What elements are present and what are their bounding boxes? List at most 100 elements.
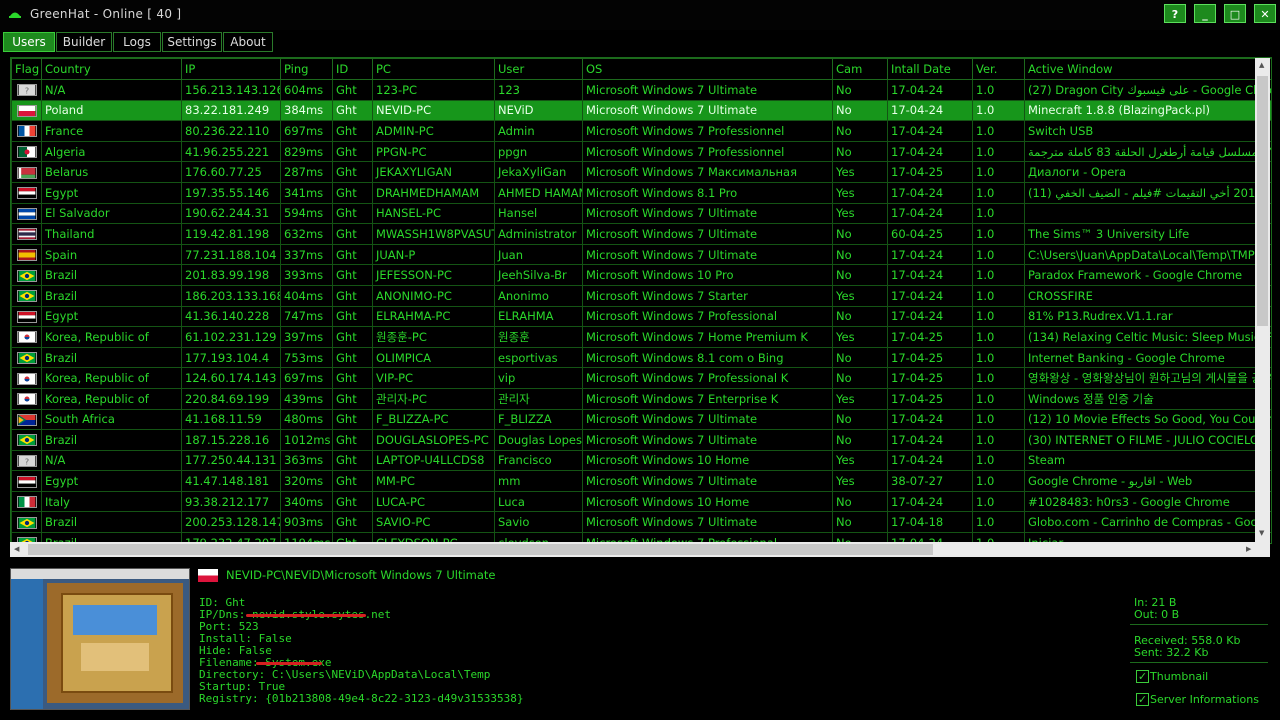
column-header[interactable]: ID [332,58,373,80]
close-button[interactable]: ✕ [1254,4,1276,23]
ip-cell: 119.42.81.198 [181,223,281,245]
install-date-cell: 60-04-25 [887,223,973,245]
table-row[interactable]: Belarus 176.60.77.25 287ms Ght JEKAXYLIGAN Je… [11,161,1271,183]
tab-users[interactable]: Users [3,32,55,52]
install-date-cell: 17-04-18 [887,511,973,534]
os-cell: Microsoft Windows 7 Home Premium K [582,326,833,348]
pl-flag-icon [16,104,37,117]
id-cell: Ght [332,284,373,307]
server-info-checkbox[interactable]: ✓ [1136,693,1149,706]
thumbnail-checkbox[interactable]: ✓ [1136,670,1149,683]
by-flag-icon [16,166,37,179]
column-header[interactable]: OS [582,58,833,80]
ping-cell: 747ms [280,305,333,328]
table-row[interactable]: ? N/A 177.250.44.131 363ms Ght LAPTOP-U4LLCDS… [11,449,1271,472]
pc-cell: LUCA-PC [372,490,495,513]
column-header[interactable]: Cam [832,58,888,80]
id-cell: Ght [332,243,373,266]
column-header[interactable]: Flag [11,58,42,80]
table-row[interactable]: Brazil 187.15.228.16 1012ms Ght DOUGLASLOPES… [11,429,1271,451]
install-date-cell: 17-04-24 [887,243,973,266]
column-header[interactable]: User [494,58,583,80]
column-header[interactable]: IP [181,58,281,80]
column-header[interactable]: Intall Date [887,58,973,80]
tab-builder[interactable]: Builder [56,32,112,52]
os-cell: Microsoft Windows 7 Ultimate [582,223,833,245]
horizontal-scrollbar[interactable]: ◀ ▶ [10,542,1270,557]
column-header[interactable]: Ping [280,58,333,80]
table-row[interactable]: Egypt 41.36.140.228 747ms Ght ELRAHMA-PC ELRA… [11,305,1271,328]
country-cell: Egypt [41,470,182,492]
user-cell: JeehSilva-Br [494,264,583,286]
table-row[interactable]: Thailand 119.42.81.198 632ms Ght MWASSH1W8PV… [11,223,1271,245]
version-cell: 1.0 [972,449,1025,472]
table-row[interactable]: Korea, Republic of 61.102.231.129 397ms Ght… [11,326,1271,348]
table-row[interactable]: Poland 83.22.181.249 384ms Ght NEVID-PC NEViD… [11,99,1271,122]
flag-cell [11,429,42,451]
id-cell: Ght [332,490,373,513]
active-window-cell: (12) 10 Movie Effects So Good, You Could… [1024,408,1271,431]
table-row[interactable]: ? N/A 156.213.143.126 604ms Ght 123-PC 123 Micr… [11,79,1271,101]
os-cell: Microsoft Windows 7 Professionnel [582,140,833,163]
column-header[interactable]: Active Window [1024,58,1271,80]
table-row[interactable]: Egypt 197.35.55.146 341ms Ght DRAHMEDHAMAM AH… [11,181,1271,204]
vertical-scroll-thumb[interactable] [1257,76,1268,326]
table-row[interactable]: South Africa 41.168.11.59 480ms Ght F_BLIZZA… [11,408,1271,431]
vertical-scrollbar[interactable]: ▲ ▼ [1255,58,1270,542]
help-button[interactable]: ? [1164,4,1186,23]
table-row[interactable]: Spain 77.231.188.104 337ms Ght JUAN-P Juan Mic… [11,243,1271,266]
version-cell: 1.0 [972,367,1025,389]
table-row[interactable]: El Salvador 190.62.244.31 594ms Ght HANSEL-P… [11,202,1271,225]
id-cell: Ght [332,367,373,389]
os-cell: Microsoft Windows 7 Enterprise K [582,387,833,410]
flag-cell [11,120,42,142]
country-cell: France [41,120,182,142]
table-row[interactable]: Korea, Republic of 220.84.69.199 439ms Ght 관… [11,387,1271,410]
table-row[interactable]: Korea, Republic of 124.60.174.143 697ms Ght… [11,367,1271,389]
table-row[interactable]: Italy 93.38.212.177 340ms Ght LUCA-PC Luca Mic… [11,490,1271,513]
ip-cell: 190.62.244.31 [181,202,281,225]
horizontal-scroll-thumb[interactable] [28,544,933,555]
pc-cell: MM-PC [372,470,495,492]
tab-logs[interactable]: Logs [113,32,161,52]
column-header[interactable]: Ver. [972,58,1025,80]
ping-cell: 337ms [280,243,333,266]
tab-settings[interactable]: Settings [162,32,222,52]
tab-about[interactable]: About [223,32,273,52]
country-cell: Brazil [41,511,182,534]
kr-flag-icon [16,372,37,385]
os-cell: Microsoft Windows 7 Максимальная [582,161,833,183]
unknown-flag-icon: ? [16,454,37,467]
minimize-button[interactable]: _ [1194,4,1216,23]
column-header[interactable]: PC [372,58,495,80]
os-cell: Microsoft Windows 7 Ultimate [582,408,833,431]
active-window-cell: Switch USB [1024,120,1271,142]
scroll-left-icon[interactable]: ◀ [14,545,19,553]
ping-cell: 594ms [280,202,333,225]
table-row[interactable]: Egypt 41.47.148.181 320ms Ght MM-PC mm Microso… [11,470,1271,492]
maximize-button[interactable]: □ [1224,4,1246,23]
svg-text:?: ? [24,456,28,466]
table-row[interactable]: Brazil 177.193.104.4 753ms Ght OLIMPICA espor… [11,346,1271,369]
column-header[interactable]: Country [41,58,182,80]
scroll-right-icon[interactable]: ▶ [1246,545,1251,553]
user-cell: vip [494,367,583,389]
scroll-down-icon[interactable]: ▼ [1259,529,1264,537]
table-row[interactable]: Brazil 200.253.128.147 903ms Ght SAVIO-PC Sav… [11,511,1271,534]
os-cell: Microsoft Windows 8.1 Pro [582,181,833,204]
ip-cell: 41.168.11.59 [181,408,281,431]
scroll-up-icon[interactable]: ▲ [1259,61,1264,69]
version-cell: 1.0 [972,346,1025,369]
table-row[interactable]: Algeria 41.96.255.221 829ms Ght PPGN-PC ppgn M… [11,140,1271,163]
table-row[interactable]: Brazil 186.203.133.168 404ms Ght ANONIMO-PC A… [11,284,1271,307]
os-cell: Microsoft Windows 7 Ultimate [582,243,833,266]
country-cell: South Africa [41,408,182,431]
cam-cell: No [832,264,888,286]
table-row[interactable]: France 80.236.22.110 697ms Ght ADMIN-PC Admin… [11,120,1271,142]
ip-cell: 41.96.255.221 [181,140,281,163]
table-row[interactable]: Brazil 201.83.99.198 393ms Ght JEFESSON-PC Je… [11,264,1271,286]
ping-cell: 632ms [280,223,333,245]
ping-cell: 1012ms [280,429,333,451]
country-cell: Egypt [41,181,182,204]
flag-cell [11,99,42,122]
